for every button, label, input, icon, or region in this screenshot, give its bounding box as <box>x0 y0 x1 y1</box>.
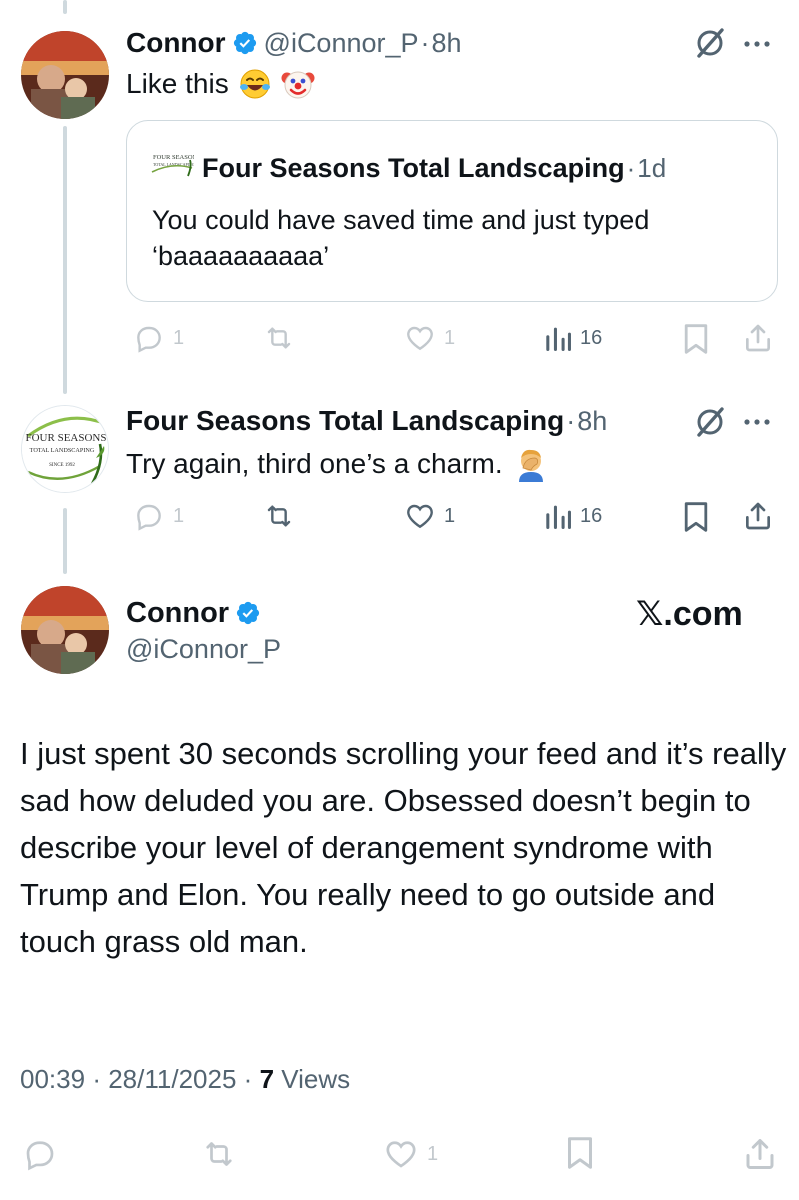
grok-icon[interactable] <box>693 26 727 60</box>
post-timestamp-row: 00:39 · 28/11/2025 · 7 Views <box>20 1064 350 1095</box>
repost-button[interactable] <box>262 500 296 532</box>
like-count: 1 <box>427 1142 439 1165</box>
share-button[interactable] <box>742 500 774 532</box>
reply-button[interactable]: 1 <box>133 500 184 532</box>
thread-line-2 <box>63 508 67 574</box>
post-text: Try again, third one’s a charm. <box>126 448 503 479</box>
author-name[interactable]: Four Seasons Total Landscaping <box>126 405 564 437</box>
like-button[interactable]: 1 <box>383 1136 438 1172</box>
bookmark-button[interactable] <box>682 322 710 356</box>
person-facepalming-icon <box>518 449 543 482</box>
reply1-text-row: Like this <box>126 66 315 102</box>
author-name[interactable]: Connor <box>126 597 229 630</box>
author-name[interactable]: Connor <box>126 27 226 59</box>
like-count: 1 <box>444 504 456 527</box>
quote-header: Four Seasons Total Landscaping · 1d <box>202 152 666 184</box>
post-time[interactable]: 00:39 <box>20 1064 85 1094</box>
bookmark-button[interactable] <box>682 500 710 534</box>
grok-icon[interactable] <box>693 405 727 439</box>
separator-dot: · <box>243 1064 253 1094</box>
quoted-post-time: 1d <box>637 152 667 183</box>
share-button[interactable] <box>742 322 774 354</box>
face-with-tears-of-joy-icon <box>239 69 270 99</box>
more-options-icon[interactable] <box>742 40 776 48</box>
quoted-author-logo[interactable]: FOUR SEASONS TOTAL LANDSCAPING <box>150 150 194 186</box>
more-options-icon[interactable] <box>742 418 776 426</box>
verified-badge-icon <box>233 31 256 55</box>
post-text: Like this <box>126 68 229 99</box>
reply1-header: Connor @iConnor_P · 8h <box>126 26 462 60</box>
like-count: 1 <box>444 326 456 349</box>
reply2-header: Four Seasons Total Landscaping · 8h <box>126 404 607 438</box>
thread-line-1 <box>63 126 67 394</box>
separator-dot: · <box>420 27 430 58</box>
avatar[interactable]: FOUR SEASONS TOTAL LANDSCAPING SINCE 199… <box>21 405 109 493</box>
bookmark-button[interactable] <box>565 1134 595 1172</box>
author-handle[interactable]: @iConnor_P <box>126 634 281 665</box>
author-handle[interactable]: @iConnor_P <box>264 28 419 59</box>
logo-line-3: SINCE 1992 <box>49 463 75 468</box>
post-date[interactable]: 28/11/2025 <box>108 1064 236 1094</box>
separator-dot: · <box>566 405 576 436</box>
svg-text:FOUR SEASONS: FOUR SEASONS <box>153 154 194 161</box>
main-post-text: I just spent 30 seconds scrolling your f… <box>20 736 787 959</box>
verified-badge-icon <box>236 601 260 625</box>
post-time[interactable]: 8h <box>577 406 607 437</box>
quoted-post-text: You could have saved time and just typed… <box>152 205 650 271</box>
clown-face-icon <box>281 71 315 99</box>
views-count: 16 <box>580 326 603 349</box>
logo-line-2: TOTAL LANDSCAPING <box>30 447 95 454</box>
quoted-author-name[interactable]: Four Seasons Total Landscaping <box>202 153 625 184</box>
share-button[interactable] <box>742 1136 778 1172</box>
reply-button[interactable] <box>22 1136 58 1172</box>
reply-count: 1 <box>173 326 185 349</box>
logo-line-1: FOUR SEASONS <box>26 432 107 444</box>
views-label: Views <box>281 1064 351 1094</box>
views-count: 16 <box>580 504 603 527</box>
views-count: 7 <box>259 1064 275 1094</box>
reply-count: 1 <box>173 504 185 527</box>
avatar[interactable] <box>21 586 109 674</box>
repost-button[interactable] <box>200 1136 238 1172</box>
avatar[interactable] <box>21 31 109 119</box>
repost-button[interactable] <box>262 322 296 354</box>
reply-button[interactable]: 1 <box>133 322 184 354</box>
reply2-text-row: Try again, third one’s a charm. <box>126 446 549 482</box>
x-com-watermark: 𝕏.com <box>636 595 743 633</box>
post-time[interactable]: 8h <box>432 28 462 59</box>
views-button[interactable]: 16 <box>544 322 602 354</box>
thread-line-top <box>63 0 67 14</box>
separator-dot: · <box>626 152 636 183</box>
main-header: Connor <box>126 596 261 630</box>
like-button[interactable]: 1 <box>404 322 455 354</box>
like-button[interactable]: 1 <box>404 500 455 532</box>
separator-dot: · <box>92 1064 101 1094</box>
views-button[interactable]: 16 <box>544 500 602 532</box>
